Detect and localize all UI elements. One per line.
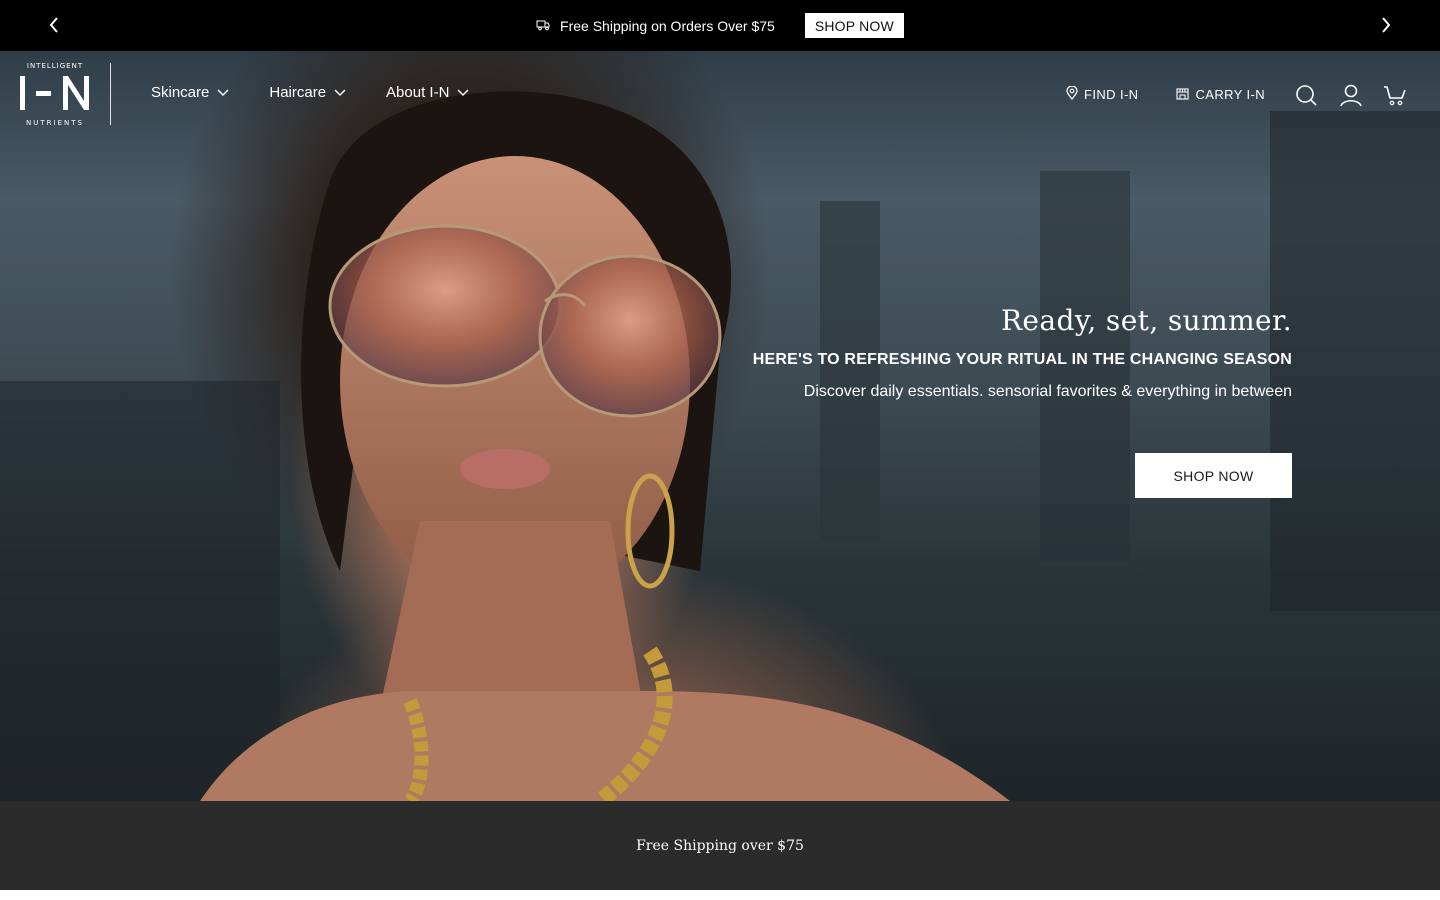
find-in-label: FIND I-N [1084,87,1139,102]
hero-image [0,91,1440,801]
nav-item-skincare[interactable]: Skincare [151,84,229,101]
chevron-down-icon [334,84,346,101]
hero-title: Ready, set, summer. [1000,304,1292,337]
account-icon[interactable] [1339,83,1363,107]
nav-item-label: Skincare [151,84,210,101]
announcement-text: Free Shipping on Orders Over $75 [560,17,775,34]
chevron-left-icon[interactable] [42,13,66,37]
carry-in-link[interactable]: CARRY I-N [1176,87,1265,103]
search-icon[interactable] [1294,83,1318,107]
find-in-link[interactable]: FIND I-N [1066,85,1139,103]
brand-logo[interactable]: INTELLIGENT NUTRIENTS [19,61,93,127]
svg-text:NUTRIENTS: NUTRIENTS [26,119,84,127]
shipping-band-text: Free Shipping over $75 [636,837,804,854]
shipping-band: Free Shipping over $75 [0,801,1440,890]
chevron-down-icon [217,84,229,101]
carry-in-label: CARRY I-N [1195,87,1266,102]
svg-text:INTELLIGENT: INTELLIGENT [27,62,83,70]
nav-item-about[interactable]: About I-N [386,84,469,101]
cart-icon[interactable] [1383,83,1407,107]
chevron-down-icon [457,84,469,101]
announcement-message: Free Shipping on Orders Over $75 SHOP NO… [536,13,904,38]
utility-links: FIND I-N CARRY I-N [1066,85,1265,103]
hero-banner [0,51,1440,801]
hero-description: Discover daily essentials. sensorial fav… [803,383,1292,400]
truck-icon [536,18,550,34]
hero-shop-now-button[interactable]: SHOP NOW [1135,453,1292,498]
nav-item-label: Haircare [269,84,327,101]
announcement-shop-now-button[interactable]: SHOP NOW [804,13,904,38]
nav-item-label: About I-N [386,84,450,101]
site-header: INTELLIGENT NUTRIENTS Skincare Haircare … [0,51,1440,139]
nav-item-haircare[interactable]: Haircare [269,84,346,101]
main-nav: Skincare Haircare About I-N [151,84,469,101]
chevron-right-icon[interactable] [1374,13,1398,37]
location-pin-icon [1066,85,1078,103]
hero-subtitle: HERE'S TO REFRESHING YOUR RITUAL IN THE … [752,351,1292,368]
hero-copy: Ready, set, summer. HERE'S TO REFRESHING… [753,304,1292,401]
logo-divider [110,63,111,125]
announcement-bar: Free Shipping on Orders Over $75 SHOP NO… [0,0,1440,51]
store-icon [1176,87,1190,103]
